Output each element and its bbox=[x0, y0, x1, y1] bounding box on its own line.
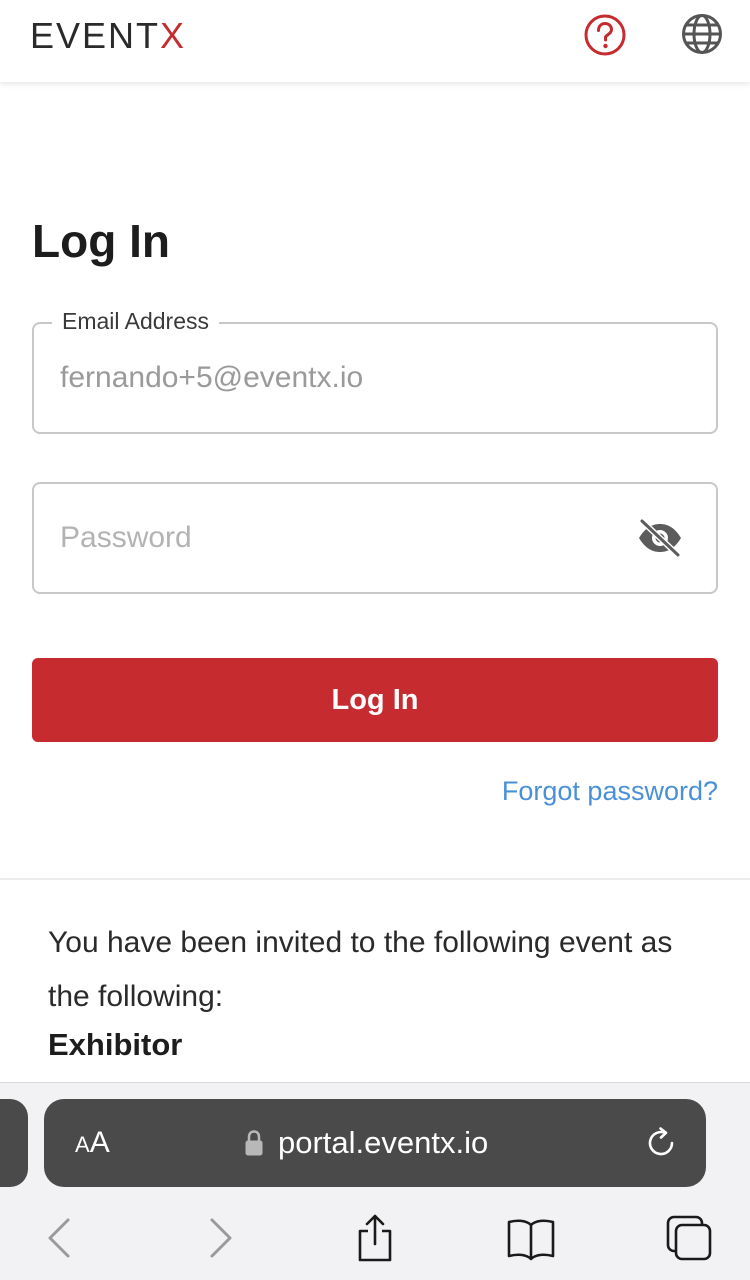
address-bar[interactable]: AA portal.eventx.io bbox=[44, 1099, 706, 1187]
reader-aa-button[interactable]: AA bbox=[75, 1099, 110, 1187]
bookmarks-icon[interactable] bbox=[506, 1213, 556, 1263]
lock-icon bbox=[245, 1130, 263, 1156]
aa-large: A bbox=[89, 1126, 110, 1159]
login-button[interactable]: Log In bbox=[32, 658, 718, 742]
app-header: EVENTX bbox=[0, 0, 750, 82]
forgot-password-link[interactable]: Forgot password? bbox=[502, 776, 718, 807]
eye-slash-icon[interactable] bbox=[636, 518, 684, 558]
tabs-icon[interactable] bbox=[664, 1213, 714, 1263]
page-title: Log In bbox=[32, 215, 170, 267]
password-input[interactable] bbox=[60, 484, 620, 592]
back-icon[interactable] bbox=[38, 1213, 88, 1263]
url-text[interactable]: portal.eventx.io bbox=[278, 1099, 488, 1187]
forward-icon[interactable] bbox=[196, 1213, 246, 1263]
share-icon[interactable] bbox=[350, 1213, 400, 1263]
logo-text: EVENT bbox=[30, 15, 161, 56]
invite-message: You have been invited to the following e… bbox=[48, 926, 673, 1013]
browser-toolbar: AA portal.eventx.io bbox=[0, 1082, 750, 1280]
password-field[interactable] bbox=[32, 482, 718, 594]
invite-role: Exhibitor bbox=[48, 1027, 183, 1062]
email-input[interactable] bbox=[60, 324, 620, 432]
email-field[interactable]: Email Address bbox=[32, 308, 718, 434]
aa-small: A bbox=[75, 1132, 90, 1157]
reload-icon[interactable] bbox=[644, 1125, 680, 1161]
previous-tab-preview[interactable] bbox=[0, 1099, 28, 1187]
eventx-logo[interactable]: EVENTX bbox=[30, 16, 186, 56]
question-circle-icon[interactable] bbox=[583, 13, 627, 57]
section-divider bbox=[0, 878, 750, 880]
logo-accent: X bbox=[160, 15, 187, 56]
globe-icon[interactable] bbox=[681, 13, 723, 55]
